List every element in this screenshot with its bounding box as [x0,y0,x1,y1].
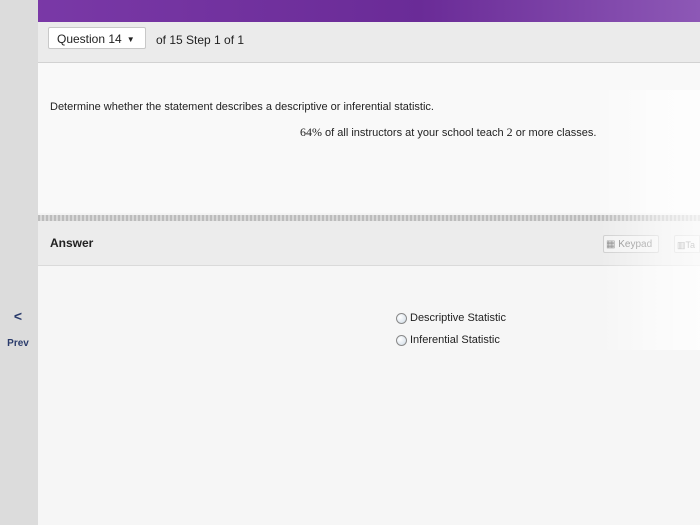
top-bar [0,0,700,22]
keypad-icon: ▦ [606,239,619,250]
option-descriptive-label[interactable]: Descriptive Statistic [410,312,506,324]
question-select-label: Question 14 [57,32,122,46]
answer-bar: Answer ▦ Keypad ▥Ta [38,221,700,266]
tables-button[interactable]: ▥Ta [674,235,700,253]
question-statement: 64% of all instructors at your school te… [300,125,596,140]
question-progress: of 15 Step 1 of 1 [156,33,245,47]
chevron-left-icon[interactable]: < [0,308,36,324]
left-rail [0,0,38,525]
statement-percent: 64% [300,125,322,139]
option-inferential[interactable]: Inferential Statistic [396,334,500,346]
option-descriptive[interactable]: Descriptive Statistic [396,312,506,324]
prev-label[interactable]: Prev [0,338,36,349]
option-inferential-label[interactable]: Inferential Statistic [410,334,500,346]
keypad-label: Keypad [618,239,653,250]
answer-label: Answer [50,236,94,250]
radio-inferential[interactable] [396,334,407,346]
question-body: Determine whether the statement describe… [38,63,700,213]
table-icon: ▥ [677,240,686,250]
radio-descriptive[interactable] [396,312,407,324]
statement-end: or more classes. [512,127,597,139]
caret-down-icon: ▼ [126,34,135,44]
statement-middle: of all instructors at your school teach [322,127,507,139]
question-select[interactable]: Question 14 ▼ [48,27,146,49]
answer-area: Descriptive Statistic Inferential Statis… [38,266,700,525]
question-header: Question 14 ▼ of 15 Step 1 of 1 [38,22,700,63]
question-card: Question 14 ▼ of 15 Step 1 of 1 Determine… [38,22,700,525]
tables-label: Ta [685,240,696,250]
prev-button[interactable]: < Prev [0,308,36,349]
keypad-button[interactable]: ▦ Keypad [603,235,659,253]
question-prompt: Determine whether the statement describe… [50,101,434,113]
